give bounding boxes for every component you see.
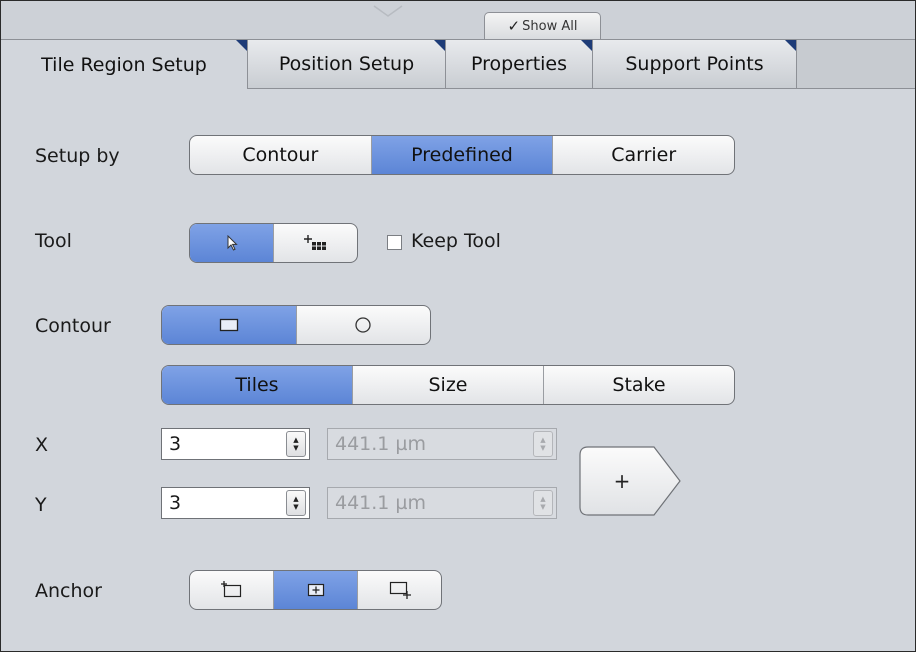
setup-by-label: Setup by bbox=[35, 145, 120, 167]
tab-tile-region-setup[interactable]: Tile Region Setup bbox=[1, 40, 248, 89]
keep-tool-label: Keep Tool bbox=[411, 230, 501, 252]
x-label: X bbox=[35, 434, 49, 456]
tab-corner-marker bbox=[236, 40, 247, 51]
rectangle-shape-button[interactable] bbox=[162, 306, 297, 344]
panel-header: ✓ Show All bbox=[1, 1, 915, 39]
setup-predefined-button[interactable]: Predefined bbox=[371, 136, 554, 174]
x-tiles-value: 3 bbox=[169, 433, 182, 455]
tab-label: Support Points bbox=[625, 53, 764, 75]
y-tiles-stepper[interactable]: 3 ▲ ▼ bbox=[161, 487, 310, 519]
x-size-stepper: 441.1 µm ▲ ▼ bbox=[327, 428, 557, 460]
add-tiles-icon bbox=[303, 235, 326, 250]
add-button-label: + bbox=[614, 469, 631, 493]
keep-tool-checkbox[interactable] bbox=[387, 235, 402, 250]
setup-contour-button[interactable]: Contour bbox=[190, 136, 372, 174]
tab-label: Position Setup bbox=[278, 53, 415, 75]
y-size-stepper: 441.1 µm ▲ ▼ bbox=[327, 487, 557, 519]
y-label: Y bbox=[35, 494, 47, 516]
tab-bar-fill bbox=[797, 40, 915, 88]
mode-size-button[interactable]: Size bbox=[353, 366, 544, 404]
checkmark-icon: ✓ bbox=[507, 17, 521, 35]
tab-properties[interactable]: Properties bbox=[446, 40, 593, 88]
x-size-value: 441.1 µm bbox=[335, 433, 427, 455]
spin-arrows-icon: ▲ ▼ bbox=[533, 490, 553, 516]
circle-icon bbox=[355, 317, 371, 333]
contour-mode-selector: Tiles Size Stake bbox=[161, 365, 735, 405]
tab-label: Properties bbox=[470, 53, 568, 75]
rectangle-icon bbox=[219, 318, 238, 332]
mode-stake-button[interactable]: Stake bbox=[544, 366, 734, 404]
circle-shape-button[interactable] bbox=[297, 306, 431, 344]
mode-tiles-button[interactable]: Tiles bbox=[162, 366, 353, 404]
contour-label: Contour bbox=[35, 315, 111, 337]
show-all-label: Show All bbox=[522, 18, 578, 34]
anchor-top-left-button[interactable] bbox=[190, 571, 274, 609]
tab-label: Tile Region Setup bbox=[41, 53, 207, 76]
anchor-center-icon bbox=[307, 583, 324, 597]
tab-bar: Tile Region Setup Position Setup Propert… bbox=[1, 39, 915, 89]
tab-corner-marker bbox=[434, 40, 445, 51]
anchor-label: Anchor bbox=[35, 580, 102, 602]
spin-arrows-icon[interactable]: ▲ ▼ bbox=[286, 431, 306, 457]
pointer-tool-button[interactable] bbox=[190, 224, 274, 262]
anchor-center-button[interactable] bbox=[274, 571, 358, 609]
anchor-selector bbox=[189, 570, 442, 610]
y-tiles-value: 3 bbox=[169, 492, 182, 514]
tab-support-points[interactable]: Support Points bbox=[593, 40, 797, 88]
contour-shape-selector bbox=[161, 305, 431, 345]
anchor-bottom-right-button[interactable] bbox=[358, 571, 441, 609]
add-tile-region-button[interactable]: + bbox=[579, 446, 683, 516]
tab-corner-marker bbox=[581, 40, 592, 51]
tool-label: Tool bbox=[35, 230, 72, 252]
add-tiles-tool-button[interactable] bbox=[274, 224, 357, 262]
anchor-bottom-right-icon bbox=[389, 581, 411, 599]
setup-carrier-button[interactable]: Carrier bbox=[553, 136, 734, 174]
tile-region-panel: ✓ Show All Tile Region Setup Position Se… bbox=[0, 0, 916, 652]
setup-by-selector: Contour Predefined Carrier bbox=[189, 135, 735, 175]
spin-arrows-icon[interactable]: ▲ ▼ bbox=[286, 490, 306, 516]
x-tiles-stepper[interactable]: 3 ▲ ▼ bbox=[161, 428, 310, 460]
tab-corner-marker bbox=[785, 40, 796, 51]
y-size-value: 441.1 µm bbox=[335, 492, 427, 514]
spin-arrows-icon: ▲ ▼ bbox=[533, 431, 553, 457]
tool-selector bbox=[189, 223, 358, 263]
show-all-toggle[interactable]: ✓ Show All bbox=[484, 12, 601, 39]
tab-position-setup[interactable]: Position Setup bbox=[248, 40, 446, 88]
anchor-top-left-icon bbox=[220, 581, 241, 598]
pointer-icon bbox=[227, 235, 238, 251]
collapse-arrow-icon[interactable] bbox=[373, 5, 403, 17]
